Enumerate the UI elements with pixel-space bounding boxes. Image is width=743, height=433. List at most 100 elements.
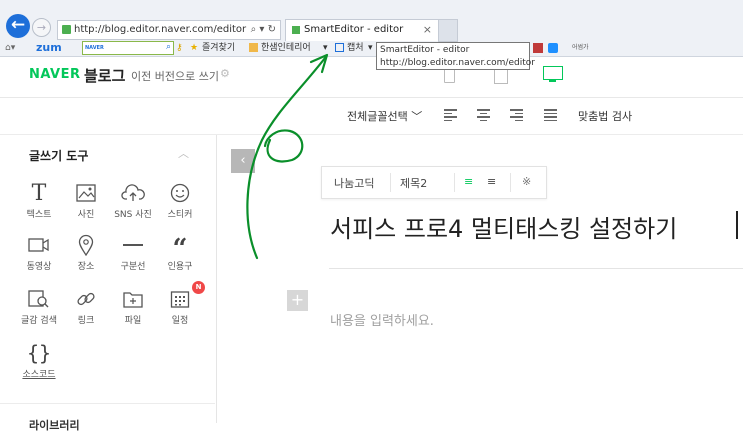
tool-file[interactable]: 파일	[109, 285, 157, 326]
tool-label: 인용구	[167, 262, 193, 272]
more-options-icon[interactable]: ※	[522, 175, 531, 188]
font-dropdown[interactable]: 나눔고딕	[334, 175, 374, 191]
home-icon[interactable]: ⌂▾	[5, 40, 15, 56]
tool-label: 스티커	[167, 210, 193, 220]
tool-label: 구분선	[120, 262, 146, 272]
font-select[interactable]: 전체글꼴선택 ﹀	[347, 108, 422, 124]
capture-icon	[335, 43, 344, 52]
tool-label: 파일	[124, 316, 142, 326]
save-icon[interactable]	[533, 43, 543, 53]
tool-label: 텍스트	[26, 210, 52, 220]
toolbar-separator	[454, 173, 455, 192]
pc-view-icon[interactable]	[543, 66, 563, 80]
bookmarks-link[interactable]: 즐겨찾기	[202, 40, 235, 56]
tool-label: 사진	[77, 210, 95, 220]
forward-button[interactable]: →	[32, 18, 51, 37]
text-icon: T	[31, 180, 47, 206]
zum-search-brand: NAVER	[85, 45, 104, 51]
file-icon	[123, 292, 143, 308]
tool-label: 동영상	[26, 262, 52, 272]
browser-tab[interactable]: SmartEditor - editor ×	[285, 19, 439, 41]
tab-title: SmartEditor - editor	[304, 24, 404, 35]
address-controls[interactable]: ⌕ ▾ ↻	[251, 21, 276, 39]
spell-check-button[interactable]: 맞춤법 검사	[578, 108, 632, 124]
align-right-icon[interactable]	[510, 109, 523, 121]
tab-close-button[interactable]: ×	[423, 20, 432, 40]
chevron-up-icon[interactable]: ︿	[178, 145, 189, 161]
search-icon[interactable]: ⌕	[166, 39, 171, 55]
material-search-icon	[28, 290, 49, 308]
tool-quote[interactable]: “ 인용구	[156, 231, 204, 272]
floating-toolbar: 나눔고딕 제목2 ≡ ≡ ※	[321, 166, 547, 199]
tool-source-code[interactable]: {} 소스코드	[15, 339, 63, 380]
address-bar[interactable]: http://blog.editor.naver.com/editor ⌕ ▾ …	[57, 20, 281, 40]
hansaem-link[interactable]: 한샘인테리어	[261, 40, 311, 56]
extra-link[interactable]: 어썸가	[572, 40, 589, 56]
body-placeholder[interactable]: 내용을 입력하세요.	[330, 310, 434, 329]
back-button[interactable]: ←	[6, 14, 30, 38]
sns-photo-icon	[121, 184, 145, 201]
photo-icon	[76, 184, 96, 202]
tool-location[interactable]: 장소	[62, 231, 110, 272]
tool-sticker[interactable]: 스티커	[156, 179, 204, 220]
schedule-icon	[170, 291, 190, 308]
new-badge: N	[192, 281, 205, 294]
post-title-input[interactable]: 서피스 프로4 멀티태스킹 설정하기	[330, 209, 677, 244]
align-left-active-icon[interactable]: ≡	[464, 175, 473, 188]
tab-page-icon	[292, 26, 300, 34]
tool-label: SNS 사진	[114, 210, 152, 220]
align-center-icon[interactable]	[477, 109, 490, 121]
toolbar-separator	[390, 173, 391, 192]
tool-divider[interactable]: 구분선	[109, 231, 157, 272]
tool-video[interactable]: 동영상	[15, 231, 63, 272]
blog-label[interactable]: 블로그	[84, 65, 125, 86]
star-icon: ★	[190, 43, 199, 53]
align-justify-icon[interactable]	[544, 109, 557, 121]
heading-dropdown[interactable]: 제목2	[400, 175, 427, 191]
page-icon	[62, 25, 71, 34]
ie-icon[interactable]	[548, 43, 558, 53]
align-center-small-icon[interactable]: ≡	[487, 175, 496, 188]
location-icon	[78, 234, 94, 256]
dropdown-arrow-icon[interactable]: ▾	[323, 40, 328, 56]
gear-icon[interactable]: ⚙	[220, 67, 230, 80]
favorites-bar: ⌂▾ zum NAVER ⌕ ⚷ ★ 즐겨찾기 한샘인테리어 ▾ 캡처 ▾ 어썸…	[0, 40, 743, 56]
capture-dropdown-icon[interactable]: ▾	[368, 40, 373, 56]
tool-text[interactable]: T 텍스트	[15, 179, 63, 221]
naver-logo[interactable]: NAVER	[29, 67, 81, 82]
library-section-title[interactable]: 라이브러리	[29, 417, 80, 433]
title-divider	[329, 268, 743, 269]
tool-material-search[interactable]: 글감 검색	[15, 285, 63, 326]
tool-schedule[interactable]: 일정 N	[156, 281, 205, 326]
zum-logo[interactable]: zum	[36, 40, 62, 56]
capture-link[interactable]: 캡처	[347, 40, 364, 56]
folder-icon	[249, 43, 258, 52]
quote-icon: “	[172, 234, 188, 264]
prev-version-link[interactable]: 이전 버전으로 쓰기	[131, 68, 219, 84]
tool-label: 글감 검색	[21, 316, 57, 326]
video-icon	[28, 238, 49, 252]
tool-label: 소스코드	[22, 370, 56, 380]
tooltip-title: SmartEditor - editor	[380, 45, 470, 55]
new-tab-button[interactable]	[438, 19, 458, 42]
sidebar-divider	[0, 403, 215, 404]
zum-search-input[interactable]: NAVER ⌕	[82, 41, 174, 55]
tool-photo[interactable]: 사진	[62, 179, 110, 220]
tool-link[interactable]: 링크	[62, 285, 110, 326]
add-component-button[interactable]: +	[287, 290, 308, 311]
divider-icon	[123, 244, 143, 246]
tool-label: 장소	[77, 262, 95, 272]
browser-chrome: ← → http://blog.editor.naver.com/editor …	[0, 0, 743, 57]
annotation-loop	[263, 129, 304, 163]
editor-toolbar: 전체글꼴선택 ﹀ 맞춤법 검사	[0, 98, 743, 135]
source-code-icon: {}	[26, 341, 52, 365]
collapse-sidebar-button[interactable]: ‹	[231, 149, 255, 173]
tool-label: 링크	[77, 316, 95, 326]
tool-label: 일정	[171, 316, 189, 326]
sidebar-title: 글쓰기 도구	[29, 149, 89, 163]
sticker-icon	[170, 183, 190, 203]
align-left-icon[interactable]	[444, 109, 457, 121]
tool-sns-photo[interactable]: SNS 사진	[109, 179, 157, 220]
writing-tools-sidebar: 글쓰기 도구 ︿ T 텍스트 사진 SNS 사진 스티커 동영상 장소 구분선 …	[0, 135, 217, 432]
key-icon[interactable]: ⚷	[176, 40, 183, 56]
